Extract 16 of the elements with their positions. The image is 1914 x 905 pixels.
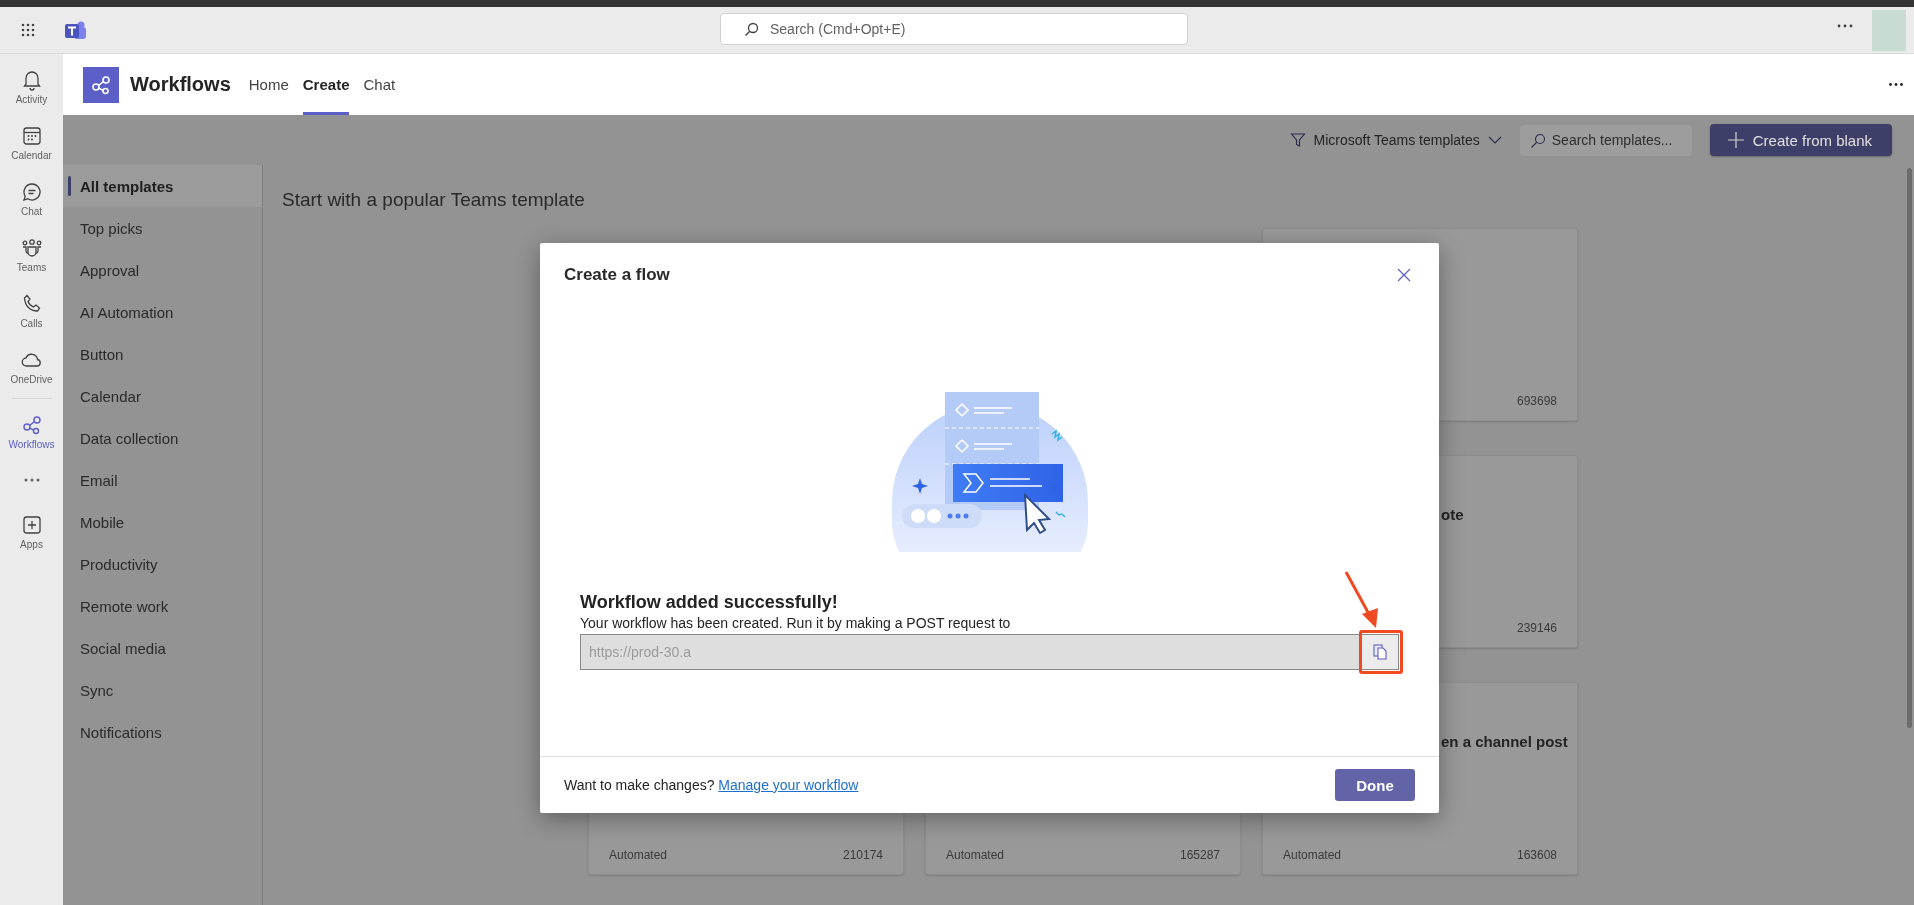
app-name: Workflows <box>130 73 231 96</box>
success-message: Your workflow has been created. Run it by making a POST request to <box>580 615 1012 631</box>
dialog-title: Create a flow <box>564 265 670 285</box>
card-type: Automated <box>1283 848 1342 862</box>
usage-count: 239146 <box>1516 621 1557 635</box>
footer-text: Want to make changes? Manage your workflow <box>564 777 859 793</box>
card-type: Automated <box>946 848 1005 862</box>
usage-count: 693698 <box>1516 394 1557 408</box>
usage-count: 163608 <box>1516 848 1557 862</box>
card-type: Automated <box>609 848 668 862</box>
card-title: en a channel post <box>1441 733 1568 750</box>
success-heading: Workflow added successfully! <box>580 592 839 613</box>
section-heading: Start with a popular Teams template <box>282 189 586 211</box>
usage-count: 165287 <box>1179 848 1220 862</box>
card-title: ote <box>1441 506 1464 523</box>
usage-count: 210174 <box>842 848 883 862</box>
